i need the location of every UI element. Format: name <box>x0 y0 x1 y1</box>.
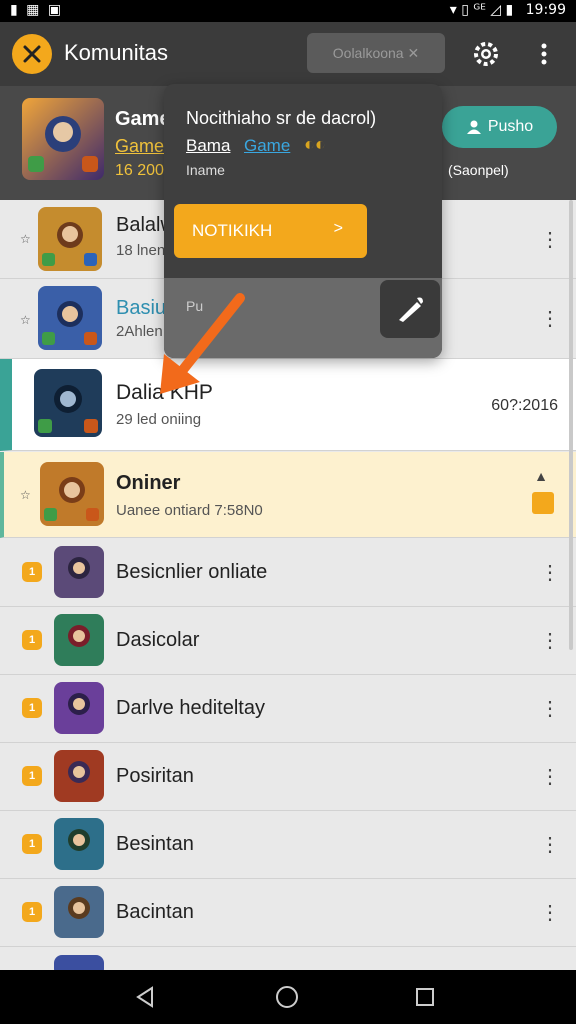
more-icon <box>541 43 547 65</box>
search-chip[interactable]: Oolalkoona ✕ <box>307 33 445 73</box>
follow-label: Pusho <box>487 118 534 135</box>
logo-icon[interactable] <box>12 34 52 74</box>
notify-button-label: NOTIKIKH <box>192 221 273 240</box>
item-title: Bacintan <box>116 901 194 923</box>
home-icon <box>276 986 298 1008</box>
arrow-annotation-icon <box>160 293 245 394</box>
app-bar: Komunitas Oolalkoona ✕ <box>0 22 576 86</box>
item-subtitle: 18 lnen <box>116 242 166 259</box>
list-item[interactable]: 1 Besintan ⋮ <box>0 811 576 879</box>
app-title: Komunitas <box>64 40 168 65</box>
popup-link-2[interactable]: Game <box>244 136 290 156</box>
header-meta: 16 200 <box>115 162 164 179</box>
item-thumbnail <box>34 369 102 437</box>
item-thumbnail <box>54 614 104 666</box>
list-item[interactable]: 1 Darlve hediteltay ⋮ <box>0 675 576 743</box>
list-item[interactable]: 1 Besicnlier onliate ⋮ <box>0 539 576 607</box>
list-item-selected[interactable]: Dalia KHP 29 led oniing 60?:2016 <box>0 359 576 451</box>
more-icon[interactable]: ⋮ <box>540 230 560 250</box>
star-icon: ☆ <box>20 313 31 327</box>
item-thumbnail <box>54 886 104 938</box>
person-icon <box>466 120 481 134</box>
item-title: Oniner <box>116 472 181 494</box>
edit-icon <box>399 297 423 322</box>
item-title: Besintan <box>116 833 194 855</box>
more-icon[interactable]: ⋮ <box>540 903 560 923</box>
item-thumbnail <box>54 750 104 802</box>
item-thumbnail <box>38 207 102 271</box>
pin-icon[interactable] <box>532 492 554 514</box>
item-title: Besicnlier onliate <box>116 561 268 583</box>
more-menu-button[interactable] <box>530 36 558 72</box>
item-thumbnail <box>40 462 104 526</box>
badge-icon: 1 <box>22 698 42 718</box>
list-item-highlighted[interactable]: ☆ Oniner Uanee ontiard 7:58N0 ▲ <box>0 452 576 538</box>
scrollbar[interactable] <box>569 200 573 650</box>
settings-icon <box>474 42 498 66</box>
more-icon[interactable]: ⋮ <box>540 309 560 329</box>
badge-icon: 1 <box>22 902 42 922</box>
edit-button[interactable] <box>380 280 440 338</box>
popup-link-1[interactable]: Bama <box>186 136 230 156</box>
status-left-icons: ▮ ▦ ▣ <box>10 2 64 18</box>
item-title: Dasicolar <box>116 629 200 651</box>
list-item[interactable]: 1 Posiritan ⋮ <box>0 743 576 811</box>
list-item[interactable]: 1 Dasicolar ⋮ <box>0 607 576 675</box>
recents-icon <box>416 988 434 1006</box>
more-icon[interactable]: ⋮ <box>540 563 560 583</box>
status-time: 19:99 <box>525 2 566 18</box>
star-icon: ☆ <box>20 488 31 502</box>
header-title: Game <box>115 108 171 130</box>
status-bar: ▮ ▦ ▣ ▾ ▯ ᴳᴱ ◿ ▮ 19:99 <box>0 0 576 22</box>
item-subtitle: 29 led oniing <box>116 411 202 428</box>
item-thumbnail <box>54 818 104 870</box>
caret-up-icon: ▲ <box>534 468 548 484</box>
status-indicators: ▾ ▯ ᴳᴱ ◿ ▮ <box>449 2 514 18</box>
home-button[interactable] <box>272 982 302 1012</box>
back-icon <box>136 986 153 1008</box>
follow-button[interactable]: Pusho <box>442 106 557 148</box>
notify-button[interactable]: NOTIKIKH > <box>174 204 367 258</box>
list-item[interactable]: 1 Bacintan ⋮ <box>0 879 576 947</box>
header-subtitle-link[interactable]: Game <box>115 136 164 157</box>
settings-button[interactable] <box>462 30 510 78</box>
item-title: Darlve hediteltay <box>116 697 265 719</box>
star-icon: ☆ <box>20 232 31 246</box>
item-thumbnail <box>54 682 104 734</box>
item-date: 60?:2016 <box>491 397 558 414</box>
online-label: (Saonpel) <box>448 162 509 178</box>
chevron-right-icon: > <box>333 220 343 237</box>
badge-icon: 1 <box>22 766 42 786</box>
status-right: ▾ ▯ ᴳᴱ ◿ ▮ 19:99 <box>450 2 566 18</box>
popup-title: Nocithiaho sr de dacrol) <box>186 108 377 128</box>
more-icon[interactable]: ⋮ <box>540 835 560 855</box>
more-icon[interactable]: ⋮ <box>540 699 560 719</box>
item-thumbnail <box>38 286 102 350</box>
badge-icon: 1 <box>22 834 42 854</box>
recents-button[interactable] <box>410 982 440 1012</box>
coin-icons: ◐◐ <box>304 134 326 154</box>
navigation-bar <box>0 970 576 1024</box>
more-icon[interactable]: ⋮ <box>540 767 560 787</box>
item-title: Posiritan <box>116 765 194 787</box>
badge-icon: 1 <box>22 630 42 650</box>
more-icon[interactable]: ⋮ <box>540 631 560 651</box>
item-subtitle: Uanee ontiard 7:58N0 <box>116 502 263 519</box>
popup-subtext: Iname <box>186 162 225 178</box>
game-thumbnail <box>22 98 104 180</box>
back-button[interactable] <box>130 982 160 1012</box>
item-thumbnail <box>54 546 104 598</box>
badge-icon: 1 <box>22 562 42 582</box>
